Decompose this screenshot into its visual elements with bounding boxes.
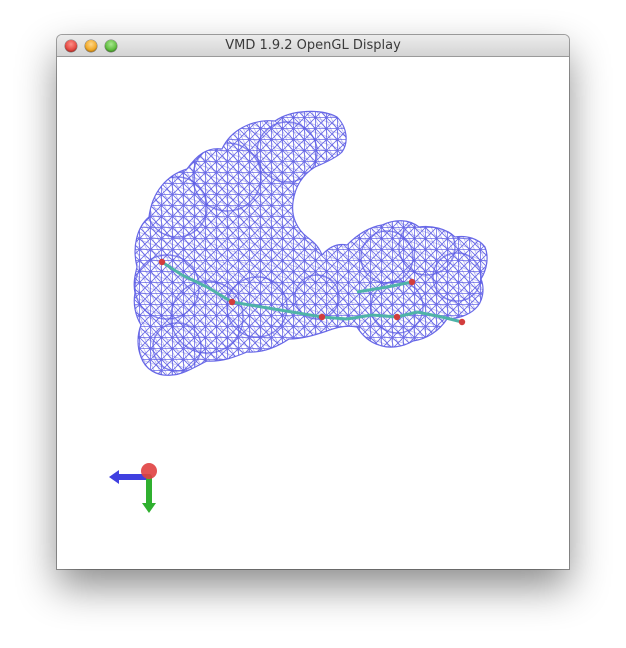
- molecule-scene: [109, 110, 488, 513]
- title-bar[interactable]: VMD 1.9.2 OpenGL Display: [57, 35, 569, 57]
- window-title: VMD 1.9.2 OpenGL Display: [225, 38, 401, 53]
- z-axis-sphere: [141, 463, 157, 479]
- ligand-bond: [371, 313, 398, 319]
- opengl-viewport[interactable]: [57, 57, 569, 569]
- ligand-oxygen-atom: [393, 313, 401, 321]
- ligand-bond: [321, 315, 348, 321]
- ligand-oxygen-atom: [158, 258, 166, 266]
- ligand-oxygen-atom: [408, 278, 416, 286]
- ligand-oxygen-atom: [458, 318, 466, 326]
- ligand-oxygen-atom: [228, 298, 236, 306]
- ligand-oxygen-atom: [318, 313, 326, 321]
- vmd-display-window: VMD 1.9.2 OpenGL Display: [57, 35, 569, 569]
- y-axis-arrowhead: [142, 503, 156, 513]
- x-axis-arrowhead: [109, 470, 119, 484]
- surface-mesh-layer: [134, 111, 488, 376]
